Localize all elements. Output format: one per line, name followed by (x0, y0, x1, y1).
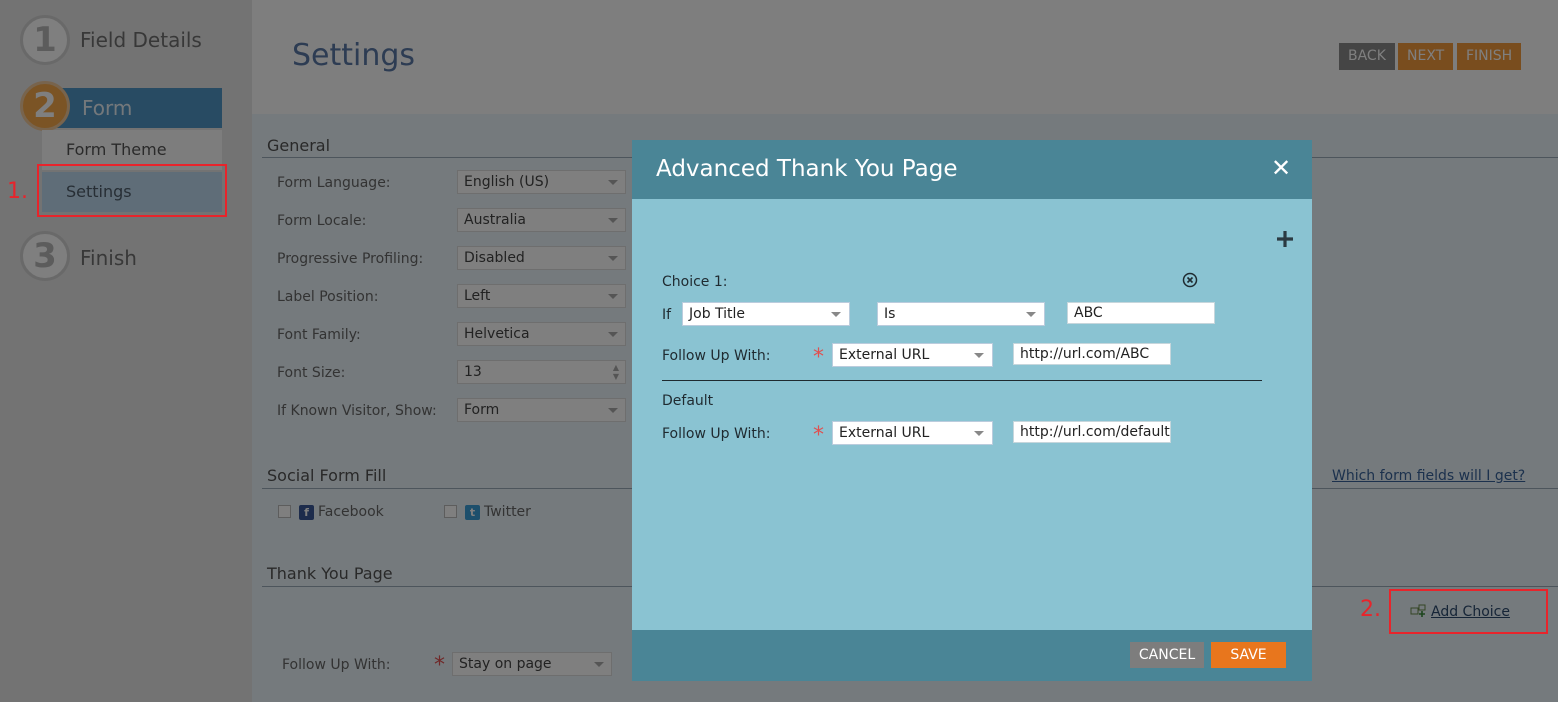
modal-footer (632, 630, 1312, 681)
required-icon: * (813, 345, 824, 370)
default-url-input[interactable]: http://url.com/default (1013, 421, 1171, 443)
annotation-1-number: 1. (7, 179, 28, 204)
operator-value: Is (884, 306, 896, 322)
default-follow-type-select[interactable]: External URL (832, 421, 993, 445)
default-follow-type-value: External URL (839, 425, 930, 441)
choice-1-label: Choice 1: (662, 274, 728, 290)
remove-choice-icon[interactable] (1182, 272, 1198, 288)
condition-field-select[interactable]: Job Title (682, 302, 850, 326)
modal-title: Advanced Thank You Page (656, 156, 958, 182)
annotation-2-number: 2. (1360, 597, 1381, 622)
condition-value-input[interactable]: ABC (1067, 302, 1215, 324)
choice-follow-type-select[interactable]: External URL (832, 343, 993, 367)
cancel-button[interactable]: CANCEL (1130, 642, 1204, 668)
condition-field-value: Job Title (689, 306, 746, 322)
choice-url-input[interactable]: http://url.com/ABC (1013, 343, 1171, 365)
add-choice-plus-icon[interactable] (1274, 228, 1296, 250)
save-button[interactable]: SAVE (1211, 642, 1286, 668)
default-label: Default (662, 393, 714, 409)
annotation-2-box (1389, 589, 1548, 634)
choice-follow-type-value: External URL (839, 347, 930, 363)
close-icon[interactable]: ✕ (1270, 156, 1292, 180)
default-follow-label: Follow Up With: (662, 426, 771, 442)
required-icon: * (813, 423, 824, 448)
annotation-1-box (37, 164, 227, 217)
operator-select[interactable]: Is (877, 302, 1045, 326)
choice-follow-label: Follow Up With: (662, 348, 771, 364)
advanced-thank-you-modal: Advanced Thank You Page ✕ Choice 1: If J… (632, 140, 1312, 681)
choice-divider (662, 380, 1262, 381)
if-label: If (662, 307, 672, 323)
